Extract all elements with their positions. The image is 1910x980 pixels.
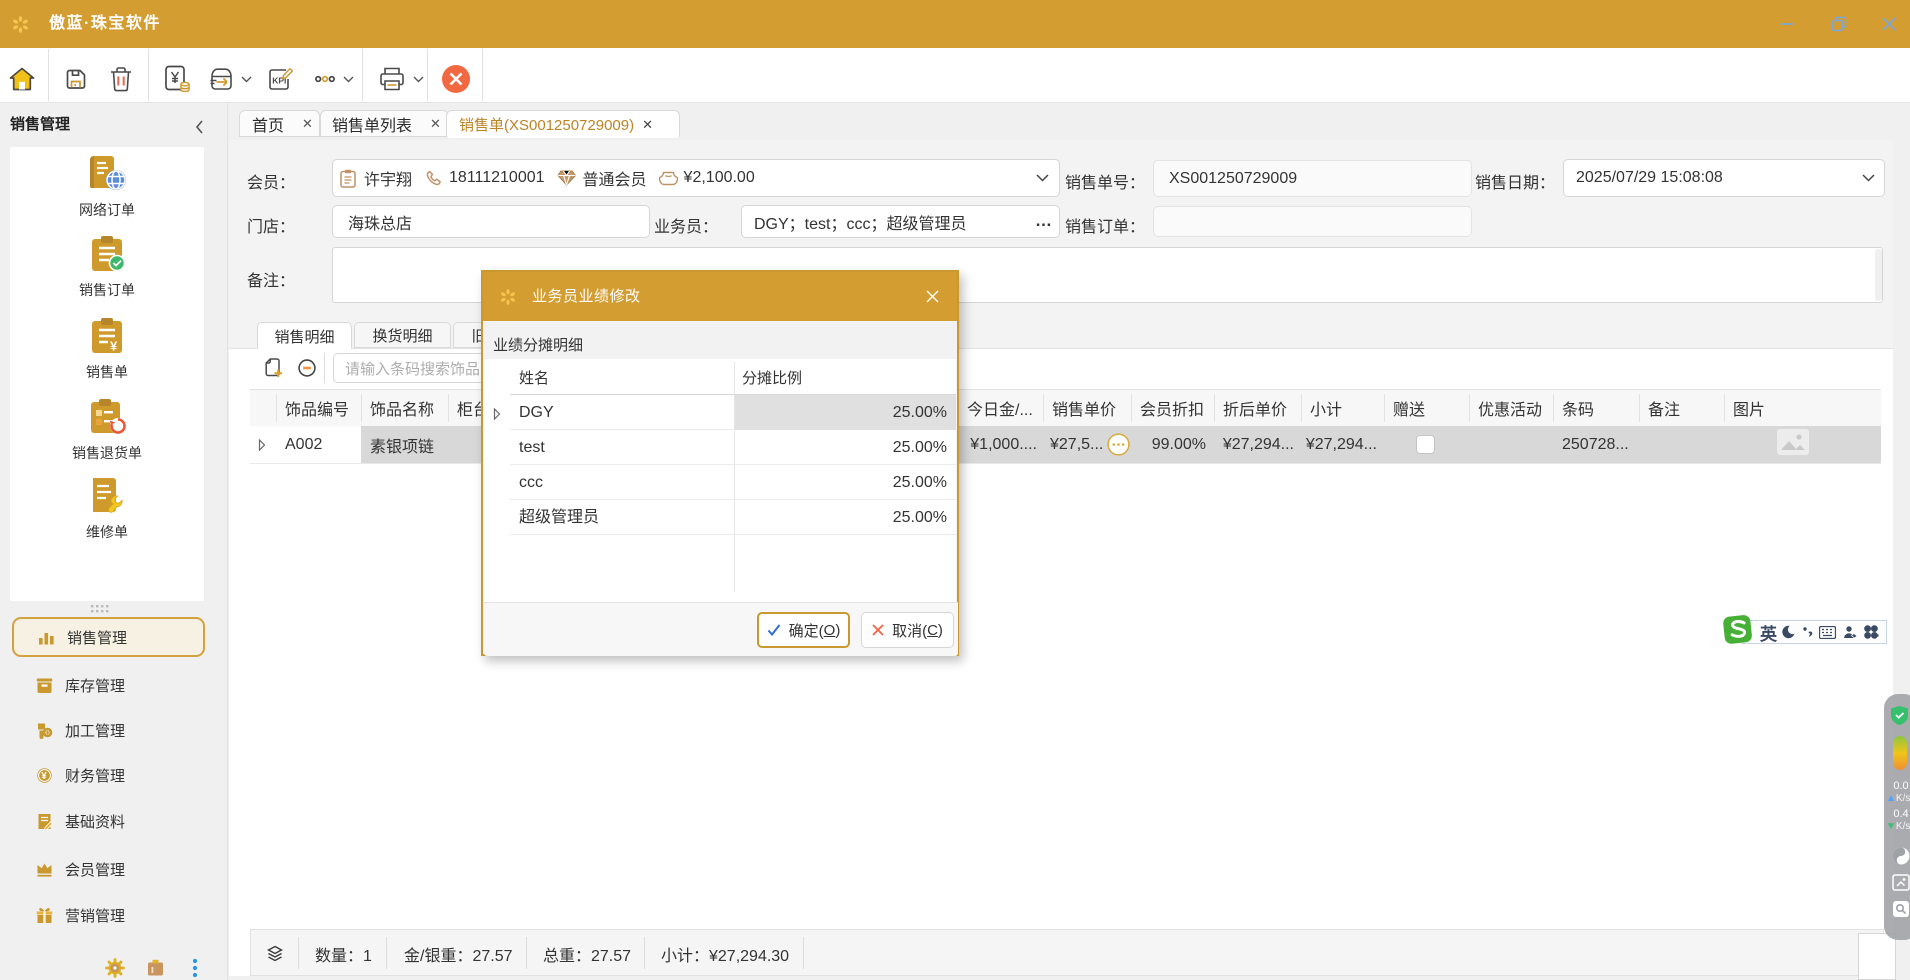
- svg-text:¥: ¥: [41, 771, 47, 782]
- svg-text:¥: ¥: [110, 339, 118, 354]
